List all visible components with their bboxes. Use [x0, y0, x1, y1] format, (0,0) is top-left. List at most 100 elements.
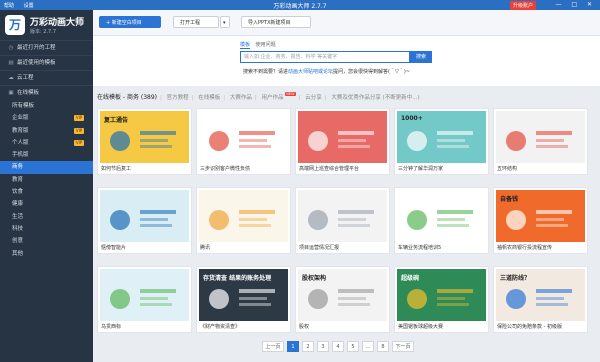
nav-recent-templates[interactable]: ▤ 最近使用的模板: [0, 55, 93, 70]
category-list: 所有模板 企业版 VIP 教育版 VIP 个人版 VIP 手机版 商务 教育 饮食 健康 生活 科技 创意其…: [0, 100, 93, 260]
nav-online-templates[interactable]: ▣ 在线模板: [0, 85, 93, 100]
window-controls[interactable]: — □ ✕: [555, 1, 596, 8]
category-label: 科技: [12, 225, 24, 232]
nav-cloud-projects[interactable]: ☁ 云工程: [0, 70, 93, 85]
sidebar-category-item[interactable]: 商务: [0, 161, 93, 174]
thumbnail-text: 自备钱: [500, 196, 519, 203]
tab-templates[interactable]: 模板: [240, 42, 251, 49]
template-thumbnail: [298, 111, 387, 163]
open-project-button[interactable]: 打开工程: [173, 16, 219, 28]
forum-link[interactable]: 动画大师贴吧或论坛: [288, 69, 333, 75]
vip-badge: VIP: [74, 127, 84, 134]
category-label: 教育版: [12, 127, 29, 134]
filter-link-showcase[interactable]: 大赛及优秀作品分享 (不断更新中...): [331, 95, 419, 101]
upgrade-account-button[interactable]: 升级账户: [510, 1, 537, 10]
page-number-button[interactable]: 1: [287, 341, 299, 352]
template-thumbnail: 三道防线？: [496, 269, 585, 321]
current-category: 在线模板 - 商务 (389): [97, 94, 158, 101]
template-card[interactable]: 乌贯西标: [97, 266, 192, 333]
filter-link-cloud-share[interactable]: 云分享: [305, 95, 322, 101]
prev-page-button[interactable]: 上一页: [262, 341, 284, 352]
search-tabs: 模板 使用问题: [240, 41, 280, 49]
filter-link-contest[interactable]: 大赛作品: [230, 95, 252, 101]
thumbnail-text: 股权架构: [302, 275, 327, 282]
search-input[interactable]: 输入如:企业、商务、报告、科学 等关键字: [240, 51, 410, 63]
import-pptx-button[interactable]: 导入PPTX新建项目: [241, 16, 311, 28]
sidebar-category-item[interactable]: 所有模板: [0, 100, 93, 112]
template-card[interactable]: 股权架构 股权: [295, 266, 390, 333]
template-thumbnail: 股权架构: [298, 269, 387, 321]
template-title: 高端网上巡查综合管理平台: [299, 166, 360, 172]
template-card[interactable]: 自备钱 袖帆农商银行投流程宣传: [493, 187, 588, 254]
sidebar-category-item[interactable]: 健康: [0, 198, 93, 210]
page-number-button[interactable]: 5: [347, 341, 359, 352]
sidebar-category-item[interactable]: 教育版 VIP: [0, 125, 93, 137]
search-hint: 搜索不到需要？请进动画大师贴吧或论坛提问，您会很快得到解答(＾▽＾)~: [243, 68, 410, 75]
sidebar-category-item[interactable]: 手机版: [0, 149, 93, 161]
sidebar-category-item[interactable]: 饮食: [0, 186, 93, 198]
nav-recent-projects[interactable]: ◷ 最近打开的工程: [0, 40, 93, 55]
thumbnail-text: 三道防线？: [500, 275, 531, 282]
chevron-down-icon[interactable]: ▾: [220, 16, 230, 28]
template-card[interactable]: 超级碗 美国锯板球超级大赛: [394, 266, 489, 333]
filter-link-tutorials[interactable]: 官方教程: [167, 95, 189, 101]
page-number-button[interactable]: 2: [302, 341, 314, 352]
sidebar-category-item[interactable]: 教育: [0, 174, 93, 186]
template-title: 项目运营情况汇报: [299, 245, 340, 251]
template-title: 三分钟了解华润万家: [398, 166, 444, 172]
page-number-button[interactable]: ...: [362, 341, 374, 352]
category-label: 教育: [12, 176, 24, 183]
template-thumbnail: 超级碗: [397, 269, 486, 321]
filter-link-online[interactable]: 在线模板: [198, 95, 220, 101]
hint-text: 搜索不到需要？请进: [243, 69, 289, 75]
template-title: 车辆业务流程培训5: [398, 245, 442, 251]
template-card[interactable]: 复工通告 如何节后复工: [97, 108, 192, 175]
search-panel: 模板 使用问题 输入如:企业、商务、报告、科学 等关键字 搜索 搜索不到需要？请…: [93, 36, 600, 86]
template-thumbnail: 1000+: [397, 111, 486, 163]
template-title: 保险公司的免赔条款 - 初级版: [497, 324, 562, 330]
thumbnail-text: 存货清查 结果的账务处理: [203, 275, 272, 282]
template-card[interactable]: 1000+ 三分钟了解华润万家: [394, 108, 489, 175]
search-button[interactable]: 搜索: [410, 51, 432, 63]
next-page-button[interactable]: 下一页: [392, 341, 414, 352]
template-card[interactable]: 三道防线？ 保险公司的免赔条款 - 初级版: [493, 266, 588, 333]
template-card[interactable]: 项目运营情况汇报: [295, 187, 390, 254]
page-number-button[interactable]: 8: [377, 341, 389, 352]
page-number-button[interactable]: 4: [332, 341, 344, 352]
template-title: 三步识别客户微性负债: [200, 166, 251, 172]
template-thumbnail: [496, 111, 585, 163]
vip-badge: VIP: [74, 139, 84, 146]
sidebar-category-item[interactable]: 科技: [0, 223, 93, 235]
nav-label: 最近打开的工程: [17, 45, 56, 51]
app-version: 版本: 2.7.7: [30, 29, 56, 35]
template-card[interactable]: 腾讯: [196, 187, 291, 254]
template-card[interactable]: 惬傍智能片: [97, 187, 192, 254]
app-name: 万彩动画大师: [30, 18, 85, 28]
nav-label: 在线模板: [17, 90, 40, 96]
filter-link-user-works[interactable]: 用户作品: [262, 95, 284, 101]
template-card[interactable]: 五环结构: [493, 108, 588, 175]
sidebar-category-item[interactable]: 企业版 VIP: [0, 112, 93, 124]
sidebar-category-item[interactable]: 生活: [0, 211, 93, 223]
thumbnail-text: 超级碗: [401, 275, 420, 282]
cloud-icon: ☁: [8, 75, 14, 81]
sidebar-category-item[interactable]: 个人版 VIP: [0, 137, 93, 149]
template-card[interactable]: 三步识别客户微性负债: [196, 108, 291, 175]
category-label: 饮食: [12, 189, 24, 196]
template-card[interactable]: 车辆业务流程培训5: [394, 187, 489, 254]
sidebar-category-item[interactable]: 创意: [0, 235, 93, 247]
template-icon: ▤: [8, 60, 14, 66]
new-project-button[interactable]: + 新建空白项目: [99, 16, 161, 28]
logo-icon: 万: [5, 15, 25, 35]
title-bar: 帮助 设置 万彩动画大师 2.7.7 升级账户 — □ ✕: [0, 0, 600, 10]
category-label: 企业版: [12, 115, 29, 122]
sidebar-category-item[interactable]: 其他: [0, 248, 93, 260]
template-card[interactable]: 存货清查 结果的账务处理 《财产物资清查》: [196, 266, 291, 333]
page-number-button[interactable]: 3: [317, 341, 329, 352]
tab-usage-questions[interactable]: 使用问题: [256, 42, 276, 48]
template-card[interactable]: 高端网上巡查综合管理平台: [295, 108, 390, 175]
template-title: 腾讯: [200, 245, 211, 251]
category-label: 健康: [12, 201, 24, 208]
template-title: 惬傍智能片: [101, 245, 127, 251]
template-thumbnail: [199, 190, 288, 242]
